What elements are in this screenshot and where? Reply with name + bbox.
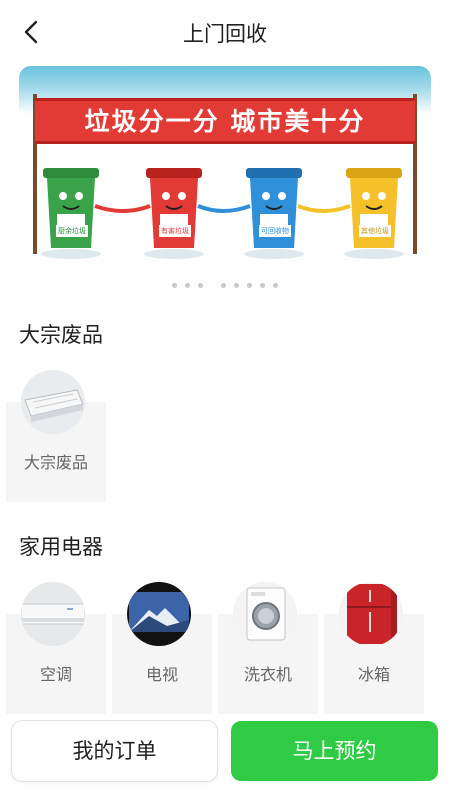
section-title-bulk-waste: 大宗废品 <box>19 323 103 347</box>
category-label-fridge: 冰箱 <box>357 665 390 684</box>
page-title: 上门回收 <box>183 22 267 46</box>
category-label-bulk-waste: 大宗废品 <box>23 453 88 472</box>
carousel-dot[interactable] <box>172 283 177 288</box>
carousel-dot[interactable] <box>185 283 190 288</box>
category-label-washing-machine: 洗衣机 <box>243 665 292 684</box>
carousel-indicator <box>0 273 450 292</box>
bin-label-other: 其他垃圾 <box>359 225 391 237</box>
carousel-dot[interactable] <box>260 283 265 288</box>
bin-label-kitchen: 厨余垃圾 <box>56 225 88 237</box>
top-bar: 上门回收 <box>0 0 450 62</box>
carousel-dot[interactable] <box>198 283 203 288</box>
book-now-button[interactable]: 马上预约 <box>231 721 438 781</box>
air-conditioner-icon <box>21 582 85 646</box>
washing-machine-icon <box>233 582 297 646</box>
bin-label-recyclable: 可回收物 <box>259 225 291 237</box>
banner-carousel[interactable]: 垃圾分一分 城市美十分 厨余垃圾 有害垃圾 可回收物 其他垃圾 <box>19 66 431 288</box>
banner-illustration <box>33 94 417 259</box>
fridge-icon <box>339 582 403 646</box>
carousel-dot[interactable] <box>247 283 252 288</box>
carousel-dot[interactable] <box>234 283 239 288</box>
category-label-tv: 电视 <box>145 665 178 684</box>
my-orders-button[interactable]: 我的订单 <box>12 721 217 781</box>
category-label-air-conditioner: 空调 <box>39 665 72 684</box>
tv-icon <box>127 582 191 646</box>
bin-label-hazardous: 有害垃圾 <box>159 225 191 237</box>
carousel-dot[interactable] <box>273 283 278 288</box>
section-title-appliances: 家用电器 <box>19 535 103 559</box>
carousel-dot[interactable] <box>221 283 226 288</box>
banner-slogan: 垃圾分一分 城市美十分 <box>84 107 366 136</box>
mattress-icon <box>21 370 85 434</box>
